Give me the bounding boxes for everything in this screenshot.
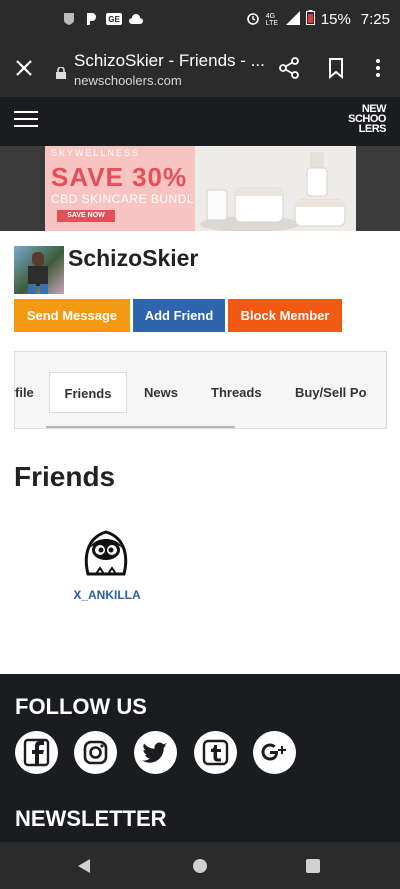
site-footer: FOLLOW US NEWSLETTER [0, 674, 400, 842]
tab-friends[interactable]: Friends [49, 372, 127, 413]
status-bar: GE 4G LTE 15% 7:25 [0, 0, 400, 40]
battery-percent: 15% [320, 11, 351, 28]
home-icon[interactable] [193, 859, 207, 878]
share-icon[interactable] [276, 55, 302, 81]
system-nav-bar [0, 842, 400, 889]
ge-icon: GE [106, 12, 122, 26]
tab-buy-sell[interactable]: Buy/Sell Po [295, 372, 367, 413]
tabs-scrollbar[interactable] [46, 426, 235, 428]
pandora-icon [84, 12, 98, 26]
nfl-icon [62, 12, 76, 26]
profile-username: SchizoSkier [68, 245, 199, 271]
ad-brand: SKYWELLNESS [51, 148, 141, 158]
url-text[interactable]: newschoolers.com [74, 73, 182, 88]
svg-text:GE: GE [108, 15, 120, 24]
ad-cta-button[interactable]: SAVE NOW [57, 210, 115, 222]
tab-title[interactable]: SchizoSkier - Friends - ... [74, 51, 264, 71]
ad-product-image [195, 146, 356, 231]
signal-icon [285, 10, 300, 29]
newsletter-heading: NEWSLETTER [15, 806, 167, 831]
profile-tabs: file Friends News Threads Buy/Sell Po [14, 351, 387, 429]
friend-avatar[interactable] [82, 528, 130, 578]
tab-threads[interactable]: Threads [211, 372, 262, 413]
twitter-icon[interactable] [134, 731, 177, 774]
follow-us-heading: FOLLOW US [15, 694, 147, 719]
section-title: Friends [14, 461, 116, 492]
lock-icon [56, 66, 66, 79]
block-member-button[interactable]: Block Member [228, 299, 342, 332]
site-logo[interactable]: NEW SCHOO LERS [348, 104, 387, 135]
add-friend-button[interactable]: Add Friend [133, 299, 225, 332]
bookmark-icon[interactable] [323, 55, 349, 81]
tumblr-icon[interactable] [194, 731, 237, 774]
overflow-menu-icon[interactable] [365, 55, 391, 81]
tab-news[interactable]: News [144, 372, 178, 413]
facebook-icon[interactable] [15, 731, 58, 774]
profile-avatar[interactable] [14, 246, 64, 294]
cloud-icon [128, 12, 143, 26]
ad-headline: SAVE 30% [51, 162, 188, 192]
logo-line-3: LERS [358, 123, 387, 135]
battery-icon [305, 10, 315, 29]
close-tab-icon[interactable] [12, 56, 36, 80]
google-plus-icon[interactable] [253, 731, 296, 774]
ad-subline: CBD SKINCARE BUNDLE [51, 192, 203, 206]
clock-time: 7:25 [360, 11, 390, 28]
hamburger-menu-icon[interactable] [14, 111, 38, 129]
alarm-icon [246, 11, 260, 29]
browser-toolbar: SchizoSkier - Friends - ... newschoolers… [0, 40, 400, 97]
instagram-icon[interactable] [74, 731, 117, 774]
send-message-button[interactable]: Send Message [14, 299, 130, 332]
recents-icon[interactable] [306, 859, 320, 878]
ad-container: SKYWELLNESS SAVE 30% CBD SKINCARE BUNDLE… [0, 146, 400, 231]
tab-profile[interactable]: file [15, 372, 34, 413]
site-header: NEW SCHOO LERS [0, 97, 400, 146]
network-type: 4G LTE [265, 12, 279, 27]
ad-banner[interactable]: SKYWELLNESS SAVE 30% CBD SKINCARE BUNDLE… [45, 146, 356, 231]
back-icon[interactable] [76, 858, 92, 879]
friend-name-link[interactable]: X_ANKILLA [70, 588, 144, 602]
